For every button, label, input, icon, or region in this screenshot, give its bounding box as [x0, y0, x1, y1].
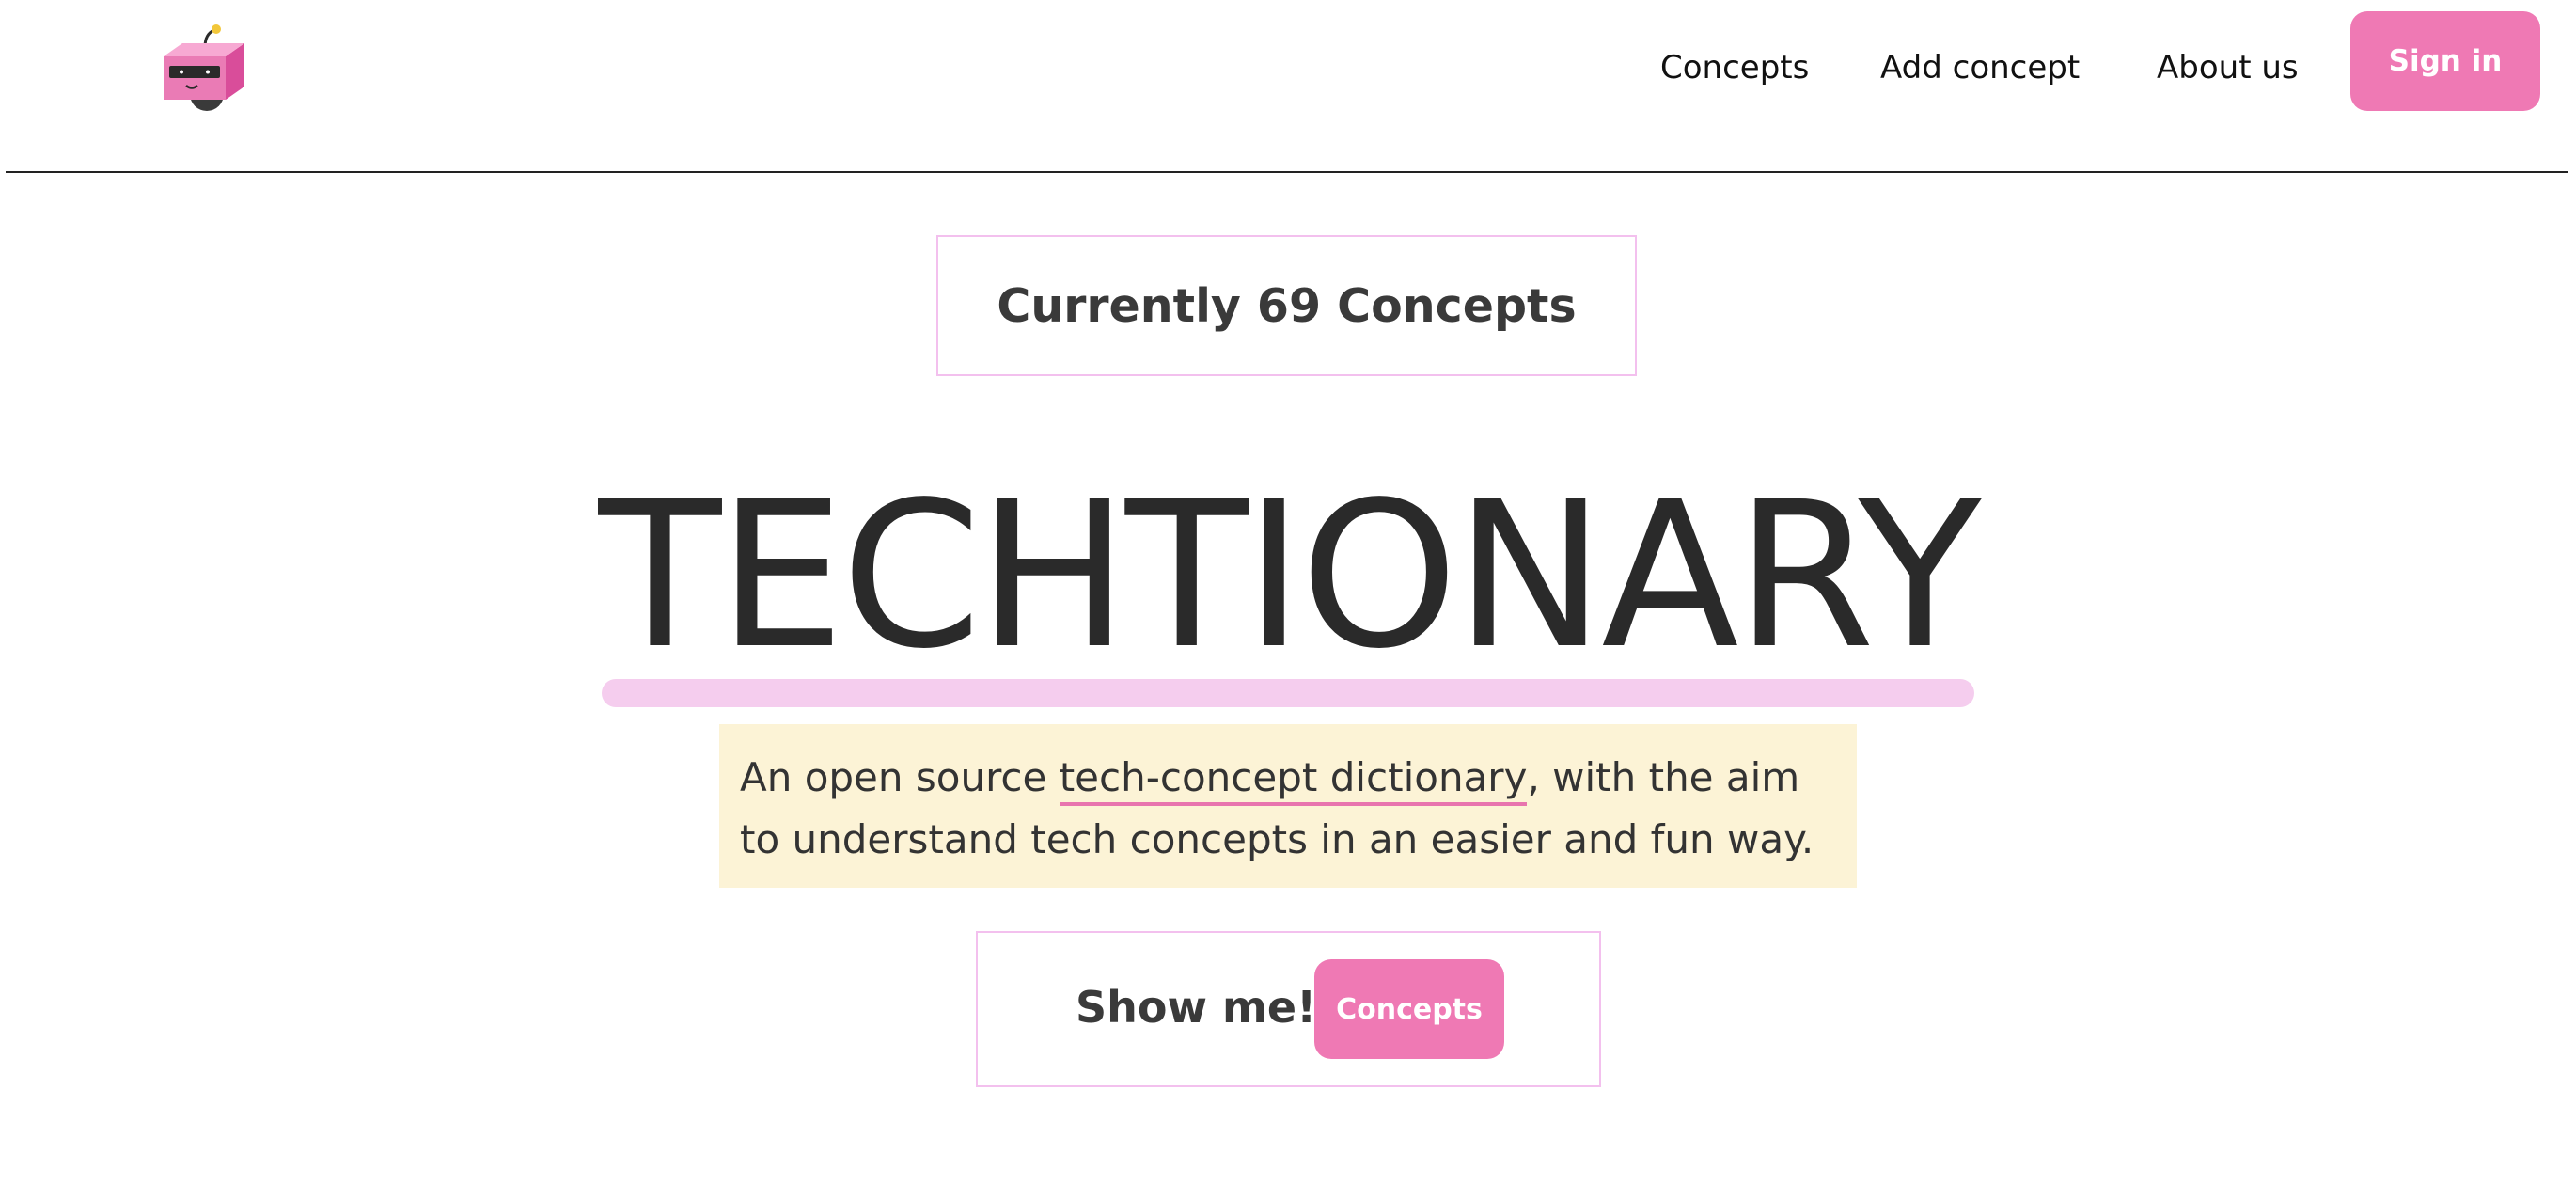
tagline-highlight: tech-concept dictionary: [1059, 754, 1528, 806]
nav-link-add-concept[interactable]: Add concept: [1880, 45, 2080, 90]
title-underline-decoration: [602, 679, 1974, 707]
counter-prefix: Currently: [997, 278, 1241, 333]
concepts-button[interactable]: Concepts: [1314, 959, 1504, 1059]
header-divider: [6, 171, 2568, 173]
show-me-box: Show me! Concepts: [976, 931, 1601, 1087]
show-me-label: Show me!: [1076, 982, 1317, 1033]
hero-title: TECHTIONARY: [598, 459, 1982, 693]
concept-counter-box: Currently 69 Concepts: [936, 235, 1637, 376]
concept-counter: Currently 69 Concepts: [997, 279, 1576, 333]
nav-link-about-us[interactable]: About us: [2157, 45, 2299, 90]
nav-link-concepts[interactable]: Concepts: [1660, 45, 1809, 90]
tagline-text-before: An open source: [740, 754, 1060, 800]
sign-in-button[interactable]: Sign in: [2350, 11, 2540, 111]
robot-logo-icon[interactable]: [156, 23, 254, 113]
counter-suffix: Concepts: [1337, 278, 1577, 333]
tagline: An open source tech-concept dictionary, …: [719, 724, 1857, 888]
counter-count: 69: [1256, 278, 1322, 333]
